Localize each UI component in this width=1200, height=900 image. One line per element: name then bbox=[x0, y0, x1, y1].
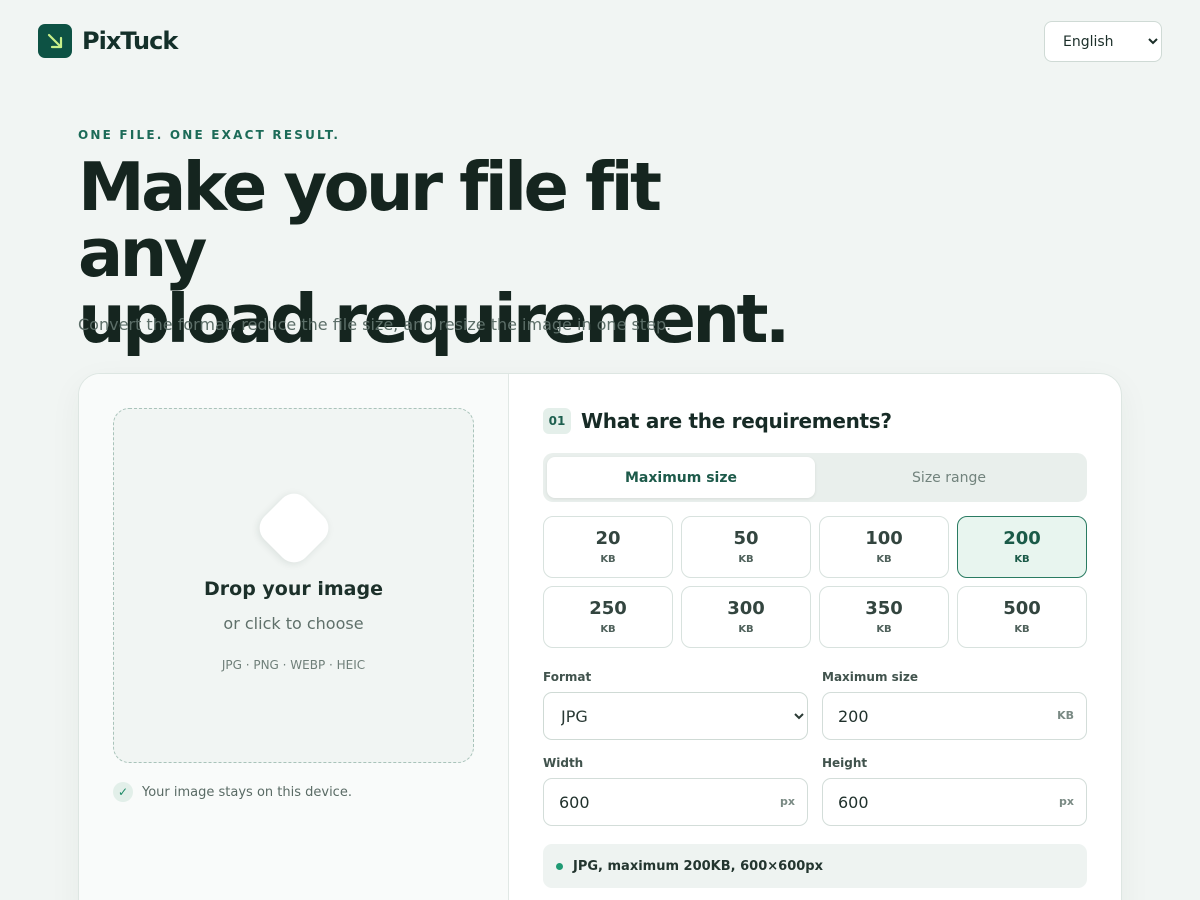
format-label: Format bbox=[543, 670, 592, 684]
tab-maximum-size[interactable]: Maximum size bbox=[547, 457, 815, 498]
height-label: Height bbox=[822, 756, 868, 770]
size-mode-tabs: Maximum size Size range bbox=[543, 453, 1087, 502]
preset-unit: KB bbox=[738, 624, 754, 635]
width-field: px bbox=[543, 778, 808, 826]
preset-100kb-button[interactable]: 100 KB bbox=[819, 516, 949, 578]
headline-line-1: Make your file fit any bbox=[78, 148, 662, 292]
max-size-input[interactable] bbox=[838, 693, 1028, 739]
converter-card: Drop your image or click to choose JPG ·… bbox=[78, 373, 1122, 900]
upload-panel: Drop your image or click to choose JPG ·… bbox=[79, 374, 509, 900]
check-icon: ✓ bbox=[113, 782, 133, 802]
privacy-text: Your image stays on this device. bbox=[142, 784, 352, 800]
preset-value: 200 bbox=[1003, 528, 1041, 549]
preset-500kb-button[interactable]: 500 KB bbox=[957, 586, 1087, 648]
preset-unit: KB bbox=[600, 624, 616, 635]
preset-value: 500 bbox=[1003, 598, 1041, 619]
max-size-unit: KB bbox=[1057, 709, 1074, 722]
hero-eyebrow: ONE FILE. ONE EXACT RESULT. bbox=[78, 128, 341, 142]
brand-logo[interactable]: PixTuck bbox=[38, 24, 178, 58]
image-dropzone[interactable]: Drop your image or click to choose JPG ·… bbox=[113, 408, 474, 763]
width-label: Width bbox=[543, 756, 584, 770]
summary-text: JPG, maximum 200KB, 600×600px bbox=[573, 858, 823, 874]
tab-size-range[interactable]: Size range bbox=[815, 457, 1083, 498]
preset-200kb-button[interactable]: 200 KB bbox=[957, 516, 1087, 578]
dropzone-subtitle: or click to choose bbox=[223, 614, 364, 633]
max-size-field: KB bbox=[822, 692, 1087, 740]
preset-unit: KB bbox=[876, 554, 892, 565]
step-number-badge: 01 bbox=[543, 408, 571, 434]
height-input[interactable] bbox=[838, 779, 1028, 825]
preset-unit: KB bbox=[876, 624, 892, 635]
site-header: PixTuck English bbox=[38, 21, 1162, 62]
preset-value: 50 bbox=[733, 528, 759, 549]
preset-300kb-button[interactable]: 300 KB bbox=[681, 586, 811, 648]
preset-unit: KB bbox=[1014, 554, 1030, 565]
privacy-note: ✓ Your image stays on this device. bbox=[113, 782, 352, 802]
preset-20kb-button[interactable]: 20 KB bbox=[543, 516, 673, 578]
requirements-title: What are the requirements? bbox=[581, 409, 892, 433]
width-unit: px bbox=[780, 795, 795, 808]
format-select[interactable]: JPG bbox=[543, 692, 808, 740]
preset-250kb-button[interactable]: 250 KB bbox=[543, 586, 673, 648]
supported-formats: JPG · PNG · WEBP · HEIC bbox=[221, 658, 366, 672]
language-select[interactable]: English bbox=[1044, 21, 1162, 62]
preset-value: 300 bbox=[727, 598, 765, 619]
upload-tile-icon bbox=[252, 486, 336, 570]
preset-value: 100 bbox=[865, 528, 903, 549]
height-unit: px bbox=[1059, 795, 1074, 808]
arrow-down-right-icon bbox=[38, 24, 72, 58]
preset-unit: KB bbox=[600, 554, 616, 565]
brand-name: PixTuck bbox=[82, 27, 178, 55]
preset-unit: KB bbox=[738, 554, 754, 565]
requirements-panel: 01 What are the requirements? Maximum si… bbox=[509, 374, 1121, 900]
preset-350kb-button[interactable]: 350 KB bbox=[819, 586, 949, 648]
dropzone-title: Drop your image bbox=[204, 578, 383, 600]
preset-value: 350 bbox=[865, 598, 903, 619]
preset-50kb-button[interactable]: 50 KB bbox=[681, 516, 811, 578]
status-dot bbox=[556, 862, 563, 870]
width-input[interactable] bbox=[559, 779, 749, 825]
preset-value: 20 bbox=[595, 528, 621, 549]
preset-value: 250 bbox=[589, 598, 627, 619]
height-field: px bbox=[822, 778, 1087, 826]
max-size-label: Maximum size bbox=[822, 670, 918, 684]
hero-subtitle: Convert the format, reduce the file size… bbox=[78, 315, 672, 334]
preset-unit: KB bbox=[1014, 624, 1030, 635]
requirements-summary: JPG, maximum 200KB, 600×600px bbox=[543, 844, 1087, 888]
